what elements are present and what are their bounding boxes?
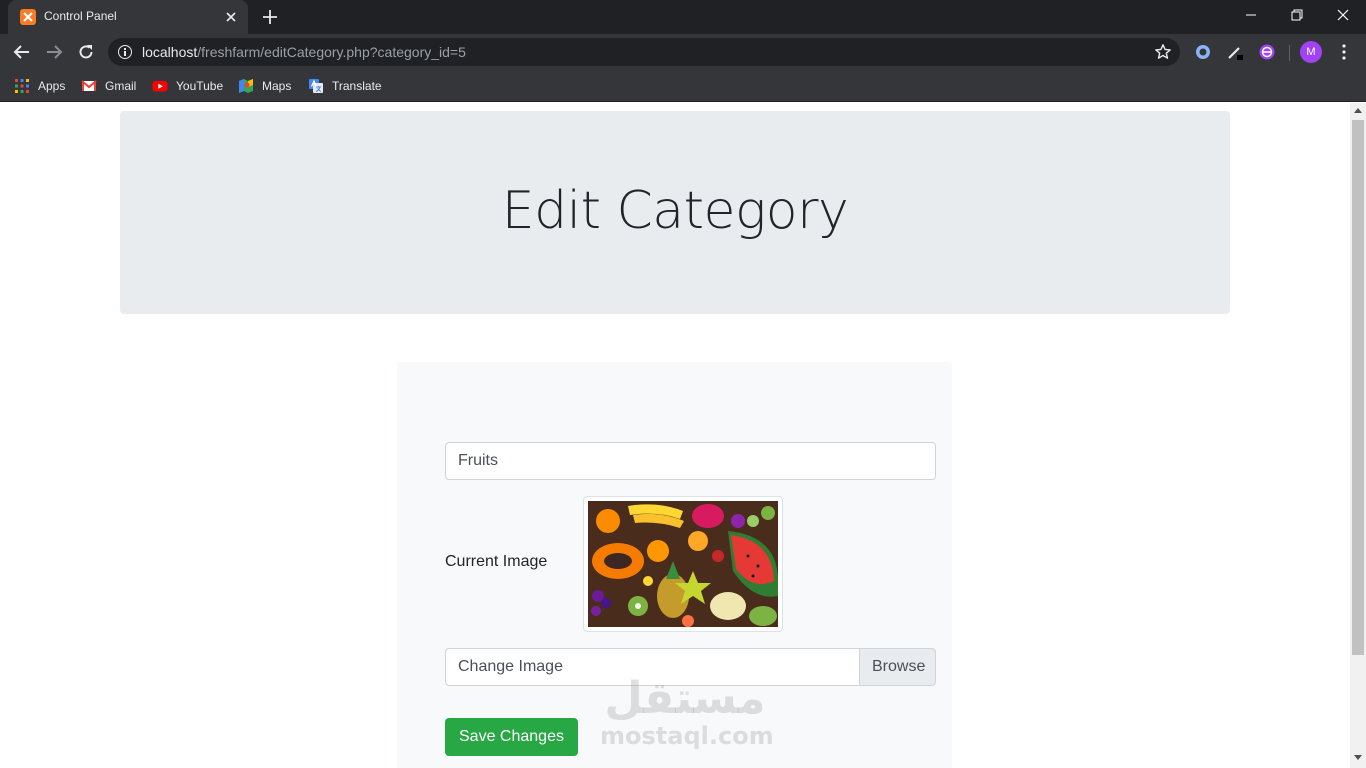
- translate-icon: [308, 78, 324, 94]
- watermark-latin-text: mostaql.com: [600, 722, 774, 750]
- current-image-label: Current Image: [445, 553, 548, 570]
- youtube-icon: [152, 78, 168, 94]
- profile-avatar[interactable]: M: [1300, 41, 1322, 63]
- extension-pen-icon[interactable]: [1226, 43, 1244, 61]
- page-title: Edit Category: [501, 181, 849, 241]
- page-viewport: Edit Category Current Image: [0, 103, 1350, 768]
- window-close-icon[interactable]: [1320, 0, 1366, 30]
- save-changes-button[interactable]: Save Changes: [445, 718, 578, 756]
- window-restore-icon[interactable]: [1274, 0, 1320, 30]
- xampp-favicon-icon: [20, 9, 36, 25]
- address-bar[interactable]: localhost/freshfarm/editCategory.php?cat…: [108, 38, 1180, 66]
- browser-toolbar: localhost/freshfarm/editCategory.php?cat…: [0, 34, 1366, 70]
- mostaql-watermark: مستقل mostaql.com: [600, 673, 774, 750]
- category-name-input[interactable]: [445, 442, 936, 480]
- bookmark-translate[interactable]: Translate: [308, 76, 382, 96]
- tab-title: Control Panel: [44, 9, 117, 23]
- bookmark-maps[interactable]: Maps: [238, 76, 291, 96]
- bookmark-label: Maps: [262, 79, 292, 93]
- url-path: /freshfarm/editCategory.php?category_id=…: [197, 44, 466, 60]
- bookmark-gmail[interactable]: Gmail: [81, 76, 136, 96]
- maps-icon: [238, 78, 254, 94]
- window-minimize-icon[interactable]: [1228, 0, 1274, 30]
- gmail-icon: [81, 78, 97, 94]
- tab-close-icon[interactable]: [222, 8, 240, 26]
- forward-arrow-icon[interactable]: [42, 40, 66, 64]
- extension-purple-icon[interactable]: [1258, 43, 1276, 61]
- scroll-down-arrow-icon[interactable]: [1354, 755, 1362, 760]
- browse-button[interactable]: Browse: [859, 648, 936, 686]
- bookmark-label: YouTube: [176, 79, 224, 93]
- url-host: localhost: [142, 44, 198, 60]
- fruit-image: [588, 501, 778, 627]
- browser-titlebar: Control Panel: [0, 0, 1366, 34]
- extension-circle-icon[interactable]: [1194, 43, 1212, 61]
- scrollbar-thumb[interactable]: [1352, 120, 1364, 655]
- bookmarks-bar: Apps Gmail YouTube Maps Translate: [0, 70, 1366, 102]
- page-header-jumbotron: Edit Category: [120, 111, 1230, 314]
- watermark-arabic-text: مستقل: [604, 673, 766, 724]
- bookmark-label: Apps: [38, 79, 66, 93]
- new-tab-icon[interactable]: [260, 7, 280, 27]
- browser-tab[interactable]: Control Panel: [8, 0, 248, 34]
- scroll-up-arrow-icon[interactable]: [1354, 108, 1362, 113]
- kebab-menu-icon[interactable]: [1336, 43, 1352, 61]
- site-info-icon[interactable]: [118, 45, 132, 59]
- current-image-thumbnail: [583, 496, 783, 632]
- bookmark-apps[interactable]: Apps: [14, 76, 65, 96]
- bookmark-star-icon[interactable]: [1154, 43, 1172, 61]
- toolbar-separator: [1289, 45, 1290, 61]
- reload-icon[interactable]: [74, 40, 98, 64]
- page-scrollbar[interactable]: [1350, 103, 1366, 768]
- apps-grid-icon: [14, 78, 30, 94]
- bookmark-youtube[interactable]: YouTube: [152, 76, 223, 96]
- bookmark-label: Translate: [332, 79, 382, 93]
- url-text: localhost/freshfarm/editCategory.php?cat…: [142, 44, 466, 60]
- back-arrow-icon[interactable]: [10, 40, 34, 64]
- bookmark-label: Gmail: [105, 79, 137, 93]
